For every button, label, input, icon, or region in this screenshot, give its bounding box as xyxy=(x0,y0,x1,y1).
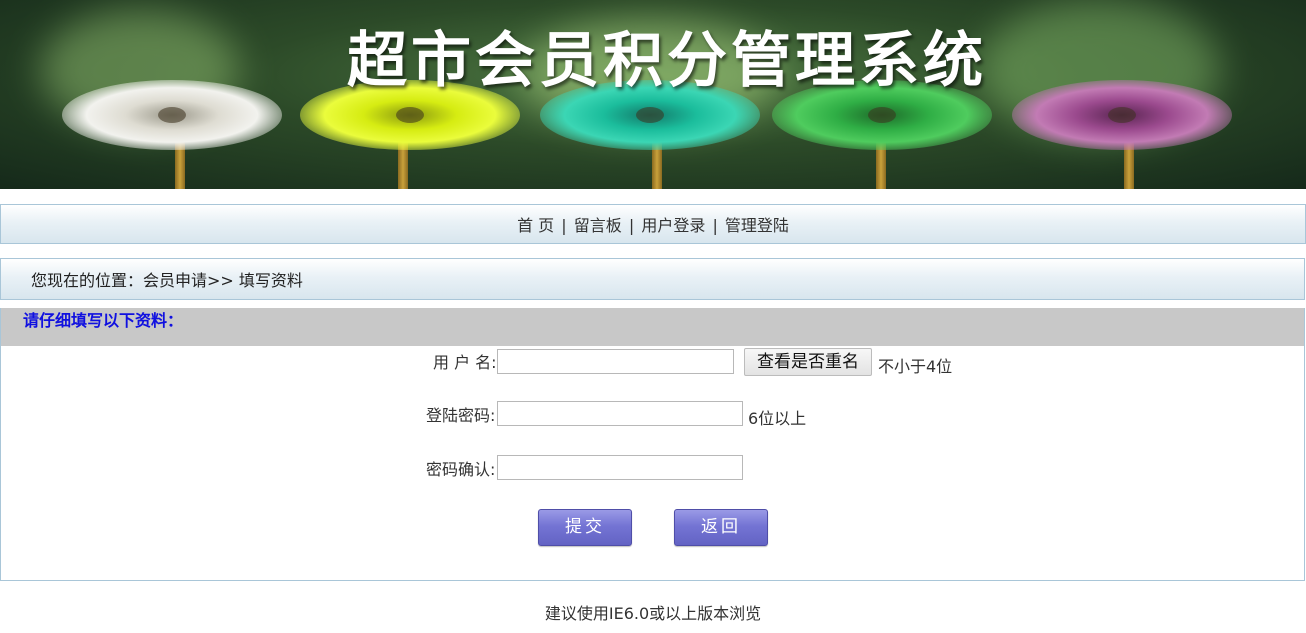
browser-recommendation: 建议使用IE6.0或以上版本浏览 xyxy=(544,604,762,623)
breadcrumb: 您现在的位置：会员申请>> 填写资料 xyxy=(0,258,1305,300)
username-label: 用 户 名: xyxy=(433,353,497,372)
back-button[interactable]: 返回 xyxy=(674,509,768,546)
confirm-password-label: 密码确认: xyxy=(426,460,496,479)
nav-separator: | xyxy=(628,216,635,235)
top-nav: 首 页 | 留言板 | 用户登录 | 管理登陆 xyxy=(0,204,1306,244)
submit-button[interactable]: 提交 xyxy=(538,509,632,546)
nav-separator: | xyxy=(712,216,718,235)
username-input[interactable] xyxy=(497,349,734,374)
password-label: 登陆密码: xyxy=(426,406,496,425)
banner-title: 超市会员积分管理系统 xyxy=(347,26,987,96)
username-hint: 不小于4位 xyxy=(878,357,953,376)
check-duplicate-button[interactable]: 查看是否重名 xyxy=(744,348,872,376)
banner: 超市会员积分管理系统 xyxy=(0,0,1306,189)
nav-home-link[interactable]: 首 页 xyxy=(517,216,554,235)
breadcrumb-text: 您现在的位置：会员申请>> 填写资料 xyxy=(31,271,303,290)
form-heading: 请仔细填写以下资料： xyxy=(1,308,1304,346)
password-hint: 6位以上 xyxy=(748,409,807,428)
confirm-password-input[interactable] xyxy=(497,455,743,480)
nav-guestbook-link[interactable]: 留言板 xyxy=(574,216,622,235)
nav-separator: | xyxy=(561,216,567,235)
nav-admin-login-link[interactable]: 管理登陆 xyxy=(725,216,789,235)
password-input[interactable] xyxy=(497,401,743,426)
registration-form: 请仔细填写以下资料： 用 户 名: 查看是否重名 不小于4位 登陆密码: 6位以… xyxy=(0,308,1305,581)
nav-user-login-link[interactable]: 用户登录 xyxy=(641,216,705,235)
